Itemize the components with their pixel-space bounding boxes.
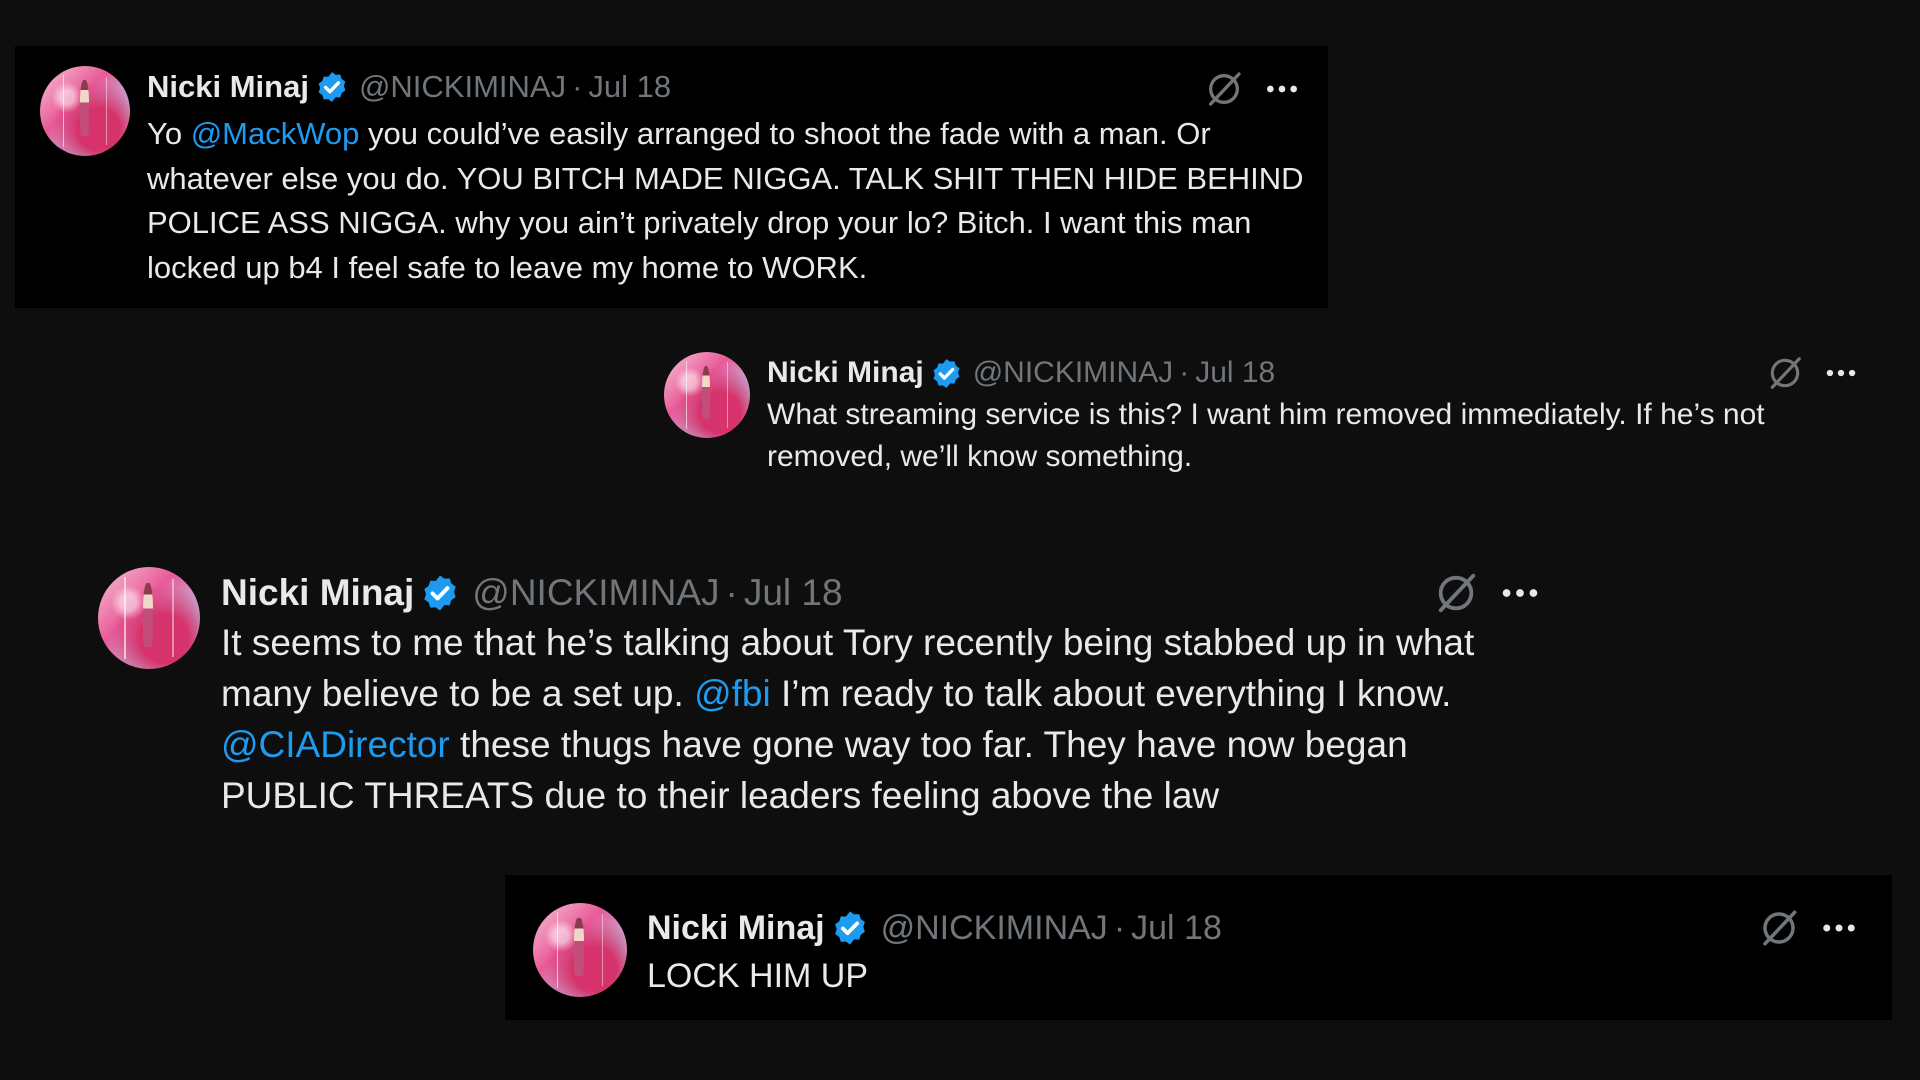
avatar[interactable]	[533, 903, 627, 997]
mention-link[interactable]: @MackWop	[191, 116, 360, 151]
verified-badge-icon	[834, 911, 865, 945]
tweet-date[interactable]: Jul 18	[744, 572, 843, 614]
grok-icon[interactable]	[1433, 570, 1479, 616]
tweet-header: Nicki Minaj @NICKIMINAJ · Jul 18	[767, 352, 1275, 394]
tweet-header: Nicki Minaj @NICKIMINAJ · Jul 18	[221, 569, 843, 617]
tweet-card[interactable]: Nicki Minaj @NICKIMINAJ · Jul 18 What st…	[650, 340, 1870, 490]
display-name[interactable]: Nicki Minaj	[647, 909, 825, 948]
grok-icon[interactable]	[1766, 354, 1804, 392]
tweet-header: Nicki Minaj @NICKIMINAJ · Jul 18	[647, 905, 1222, 951]
tweet-text-segment: What streaming service is this? I want h…	[767, 398, 1765, 473]
tweet-actions	[1204, 68, 1302, 110]
verified-badge-icon	[933, 358, 960, 388]
avatar[interactable]	[664, 352, 750, 438]
avatar[interactable]	[98, 567, 200, 669]
tweet-actions	[1766, 352, 1860, 394]
separator-dot: ·	[1113, 908, 1126, 947]
tweet-text: What streaming service is this? I want h…	[767, 394, 1867, 478]
separator-dot: ·	[725, 572, 738, 613]
verified-badge-icon	[424, 575, 456, 611]
tweet-date[interactable]: Jul 18	[1195, 356, 1275, 390]
grok-icon[interactable]	[1758, 907, 1800, 949]
separator-dot: ·	[1179, 356, 1190, 389]
tweet-text: It seems to me that he’s talking about T…	[221, 617, 1551, 821]
handle[interactable]: @NICKIMINAJ	[973, 356, 1173, 390]
mention-link[interactable]: @CIADirector	[221, 724, 450, 765]
tweet-header: Nicki Minaj @NICKIMINAJ · Jul 18	[147, 66, 671, 108]
tweet-text: Yo @MackWop you could’ve easily arranged…	[147, 112, 1307, 290]
tweet-text-segment: Yo	[147, 116, 191, 151]
more-horizontal-icon[interactable]	[1497, 570, 1543, 616]
display-name[interactable]: Nicki Minaj	[147, 69, 309, 105]
tweet-text: LOCK HIM UP	[647, 953, 1847, 999]
tweet-card[interactable]: Nicki Minaj @NICKIMINAJ · Jul 18 It seem…	[80, 555, 1550, 835]
tweet-actions	[1758, 905, 1860, 951]
tweet-card[interactable]: Nicki Minaj @NICKIMINAJ · Jul 18 LOCK HI…	[505, 875, 1892, 1020]
handle[interactable]: @NICKIMINAJ	[472, 572, 719, 614]
mention-link[interactable]: @fbi	[694, 673, 771, 714]
tweet-date[interactable]: Jul 18	[1131, 909, 1222, 948]
tweet-card[interactable]: Nicki Minaj @NICKIMINAJ · Jul 18 Yo @Mac…	[15, 46, 1328, 308]
tweet-text-segment: I’m ready to talk about everything I kno…	[770, 673, 1452, 714]
more-horizontal-icon[interactable]	[1822, 354, 1860, 392]
grok-icon[interactable]	[1204, 69, 1244, 109]
tweet-text-segment: LOCK HIM UP	[647, 957, 869, 995]
handle[interactable]: @NICKIMINAJ	[359, 69, 566, 105]
tweet-actions	[1433, 569, 1543, 617]
tweet-date[interactable]: Jul 18	[588, 69, 671, 105]
avatar[interactable]	[40, 66, 130, 156]
more-horizontal-icon[interactable]	[1262, 69, 1302, 109]
display-name[interactable]: Nicki Minaj	[221, 572, 414, 614]
display-name[interactable]: Nicki Minaj	[767, 356, 924, 390]
separator-dot: ·	[572, 69, 583, 104]
handle[interactable]: @NICKIMINAJ	[881, 909, 1108, 948]
verified-badge-icon	[318, 72, 346, 102]
more-horizontal-icon[interactable]	[1818, 907, 1860, 949]
